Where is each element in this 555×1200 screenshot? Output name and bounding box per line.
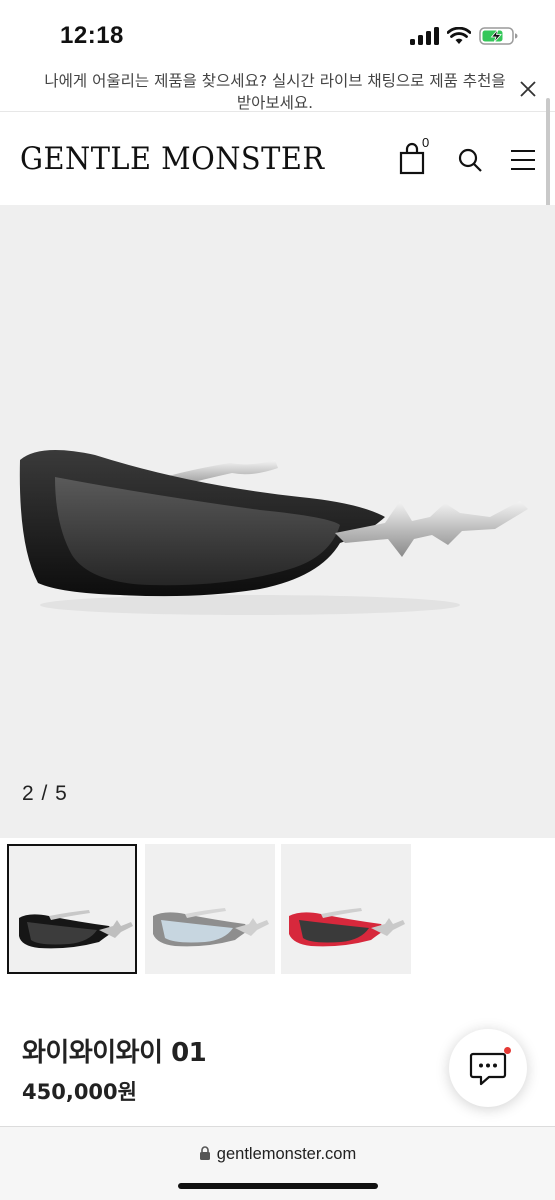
battery-icon [479, 26, 519, 46]
chat-notification-dot [504, 1047, 511, 1054]
chat-icon [469, 1052, 507, 1086]
status-bar: 12:18 [0, 0, 555, 64]
close-icon[interactable] [519, 80, 537, 98]
chat-button[interactable] [449, 1029, 527, 1107]
cart-count-badge: 0 [422, 135, 430, 150]
search-icon[interactable] [457, 147, 483, 173]
thumbnail-silver[interactable] [145, 844, 275, 974]
brand-logo[interactable]: GENTLE MONSTER [20, 141, 325, 177]
status-time: 12:18 [60, 22, 124, 49]
cellular-signal-icon [410, 27, 439, 45]
thumbnail-image [153, 908, 269, 947]
thumbnail-strip [0, 838, 555, 980]
product-image-gallery[interactable]: 2 / 5 [0, 205, 555, 838]
product-price: 450,000원 [22, 1080, 137, 1104]
url-display[interactable]: gentlemonster.com [0, 1145, 555, 1164]
home-indicator[interactable] [178, 1183, 378, 1189]
browser-url-bar[interactable]: gentlemonster.com [0, 1126, 555, 1200]
slide-counter: 2 / 5 [22, 782, 68, 805]
status-icons [410, 26, 519, 46]
product-image [19, 450, 528, 615]
live-chat-banner[interactable]: 나에게 어울리는 제품을 찾으세요? 실시간 라이브 채팅으로 제품 추천을 받… [0, 64, 555, 112]
menu-icon[interactable] [510, 149, 536, 171]
wifi-icon [447, 27, 471, 45]
url-text: gentlemonster.com [216, 1145, 357, 1163]
thumbnail-red[interactable] [281, 844, 411, 974]
product-name: 와이와이와이 01 [22, 1038, 207, 1068]
banner-text: 나에게 어울리는 제품을 찾으세요? 실시간 라이브 채팅으로 제품 추천을 받… [44, 72, 506, 112]
lock-icon [199, 1146, 210, 1160]
site-header: GENTLE MONSTER 0 [0, 113, 555, 205]
thumbnail-image [289, 908, 405, 947]
thumbnail-image [19, 910, 133, 949]
thumbnail-black[interactable] [7, 844, 137, 974]
